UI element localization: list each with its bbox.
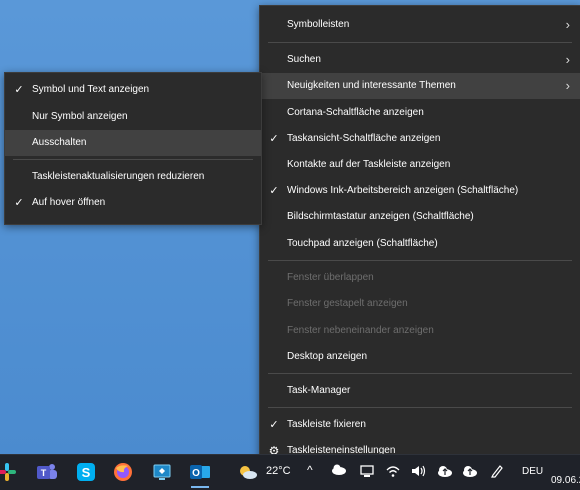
- menu-item-label: Taskansicht-Schaltfläche anzeigen: [287, 133, 441, 144]
- tray-chevron-icon[interactable]: ^: [307, 463, 313, 477]
- menu-item-cortana[interactable]: Cortana-Schaltfläche anzeigen: [260, 100, 580, 126]
- menu-item-taskansicht[interactable]: ✓ Taskansicht-Schaltfläche anzeigen: [260, 126, 580, 152]
- menu-item-label: Taskleistenaktualisierungen reduzieren: [32, 171, 205, 182]
- taskbar-context-menu: Symbolleisten › Suchen › Neuigkeiten und…: [259, 5, 580, 468]
- volume-icon[interactable]: [410, 464, 428, 481]
- menu-item-label: Kontakte auf der Taskleiste anzeigen: [287, 159, 451, 170]
- check-icon: ✓: [269, 133, 279, 145]
- menu-item-label: Fenster überlappen: [287, 272, 374, 283]
- submenu-item-auf-hover-oeffnen[interactable]: ✓ Auf hover öffnen: [5, 190, 261, 216]
- skype-letter: S: [82, 465, 91, 480]
- teams-icon[interactable]: T: [34, 460, 60, 484]
- chevron-right-icon: ›: [565, 52, 570, 67]
- menu-item-label: Touchpad anzeigen (Schaltfläche): [287, 238, 438, 249]
- taskbar: T S O 22°C ^ DEU 09.06.: [0, 454, 580, 490]
- submenu-item-symbol-und-text[interactable]: ✓ Symbol und Text anzeigen: [5, 77, 261, 103]
- outlook-icon[interactable]: O: [187, 460, 213, 488]
- chevron-right-icon: ›: [565, 17, 570, 32]
- menu-item-label: Suchen: [287, 54, 321, 65]
- menu-item-taskleiste-fixieren[interactable]: ✓ Taskleiste fixieren: [260, 412, 580, 438]
- cloud-upload-icon[interactable]: [437, 464, 453, 481]
- menu-item-fenster-ueberlappen[interactable]: Fenster überlappen: [260, 265, 580, 291]
- skype-icon[interactable]: S: [73, 460, 99, 484]
- check-icon: ✓: [269, 419, 279, 431]
- menu-item-label: Fenster nebeneinander anzeigen: [287, 325, 434, 336]
- menu-item-suchen[interactable]: Suchen ›: [260, 47, 580, 73]
- menu-item-label: Ausschalten: [32, 137, 87, 148]
- menu-item-neuigkeiten[interactable]: Neuigkeiten und interessante Themen ›: [260, 73, 580, 99]
- submenu-item-aktualisierungen-reduzieren[interactable]: Taskleistenaktualisierungen reduzieren: [5, 164, 261, 190]
- menu-item-fenster-nebeneinander[interactable]: Fenster nebeneinander anzeigen: [260, 318, 580, 344]
- check-icon: ✓: [14, 84, 24, 96]
- menu-item-fenster-gestapelt[interactable]: Fenster gestapelt anzeigen: [260, 291, 580, 317]
- submenu-item-ausschalten[interactable]: Ausschalten: [5, 130, 261, 156]
- slack-icon[interactable]: [0, 460, 20, 484]
- wifi-icon[interactable]: [385, 464, 401, 481]
- cloud-icon[interactable]: [331, 463, 347, 478]
- menu-item-label: Bildschirmtastatur anzeigen (Schaltfläch…: [287, 211, 474, 222]
- menu-item-desktop-anzeigen[interactable]: Desktop anzeigen: [260, 344, 580, 370]
- menu-item-label: Taskleiste fixieren: [287, 419, 366, 430]
- outlook-letter: O: [192, 468, 200, 479]
- network-icon[interactable]: [359, 464, 375, 481]
- check-icon: ✓: [14, 197, 24, 209]
- menu-item-label: Neuigkeiten und interessante Themen: [287, 80, 456, 91]
- menu-item-label: Task-Manager: [287, 385, 351, 396]
- menu-separator: [268, 407, 572, 408]
- partly-cloudy-icon[interactable]: [236, 460, 260, 484]
- menu-separator: [268, 42, 572, 43]
- menu-item-label: Auf hover öffnen: [32, 197, 106, 208]
- chevron-right-icon: ›: [565, 78, 570, 93]
- menu-item-touchpad[interactable]: Touchpad anzeigen (Schaltfläche): [260, 231, 580, 257]
- firefox-icon[interactable]: [110, 460, 136, 484]
- menu-item-kontakte[interactable]: Kontakte auf der Taskleiste anzeigen: [260, 152, 580, 178]
- input-language[interactable]: DEU: [522, 466, 543, 477]
- menu-separator: [13, 159, 253, 160]
- teams-letter: T: [41, 468, 47, 478]
- menu-separator: [268, 373, 572, 374]
- active-app-indicator: [191, 486, 209, 488]
- news-interests-submenu: ✓ Symbol und Text anzeigen Nur Symbol an…: [4, 72, 262, 225]
- weather-temperature[interactable]: 22°C: [266, 465, 291, 477]
- clock-date[interactable]: 09.06.2: [551, 475, 580, 486]
- menu-item-label: Fenster gestapelt anzeigen: [287, 298, 408, 309]
- menu-item-label: Windows Ink-Arbeitsbereich anzeigen (Sch…: [287, 185, 519, 196]
- submenu-item-nur-symbol[interactable]: Nur Symbol anzeigen: [5, 104, 261, 130]
- menu-item-label: Nur Symbol anzeigen: [32, 111, 128, 122]
- cloud-sync-icon[interactable]: [462, 464, 478, 481]
- menu-item-bildschirmtastatur[interactable]: Bildschirmtastatur anzeigen (Schaltfläch…: [260, 204, 580, 230]
- menu-item-label: Symbolleisten: [287, 19, 350, 30]
- menu-separator: [268, 260, 572, 261]
- remote-desktop-icon[interactable]: [149, 460, 175, 484]
- menu-item-windows-ink[interactable]: ✓ Windows Ink-Arbeitsbereich anzeigen (S…: [260, 178, 580, 204]
- pen-icon[interactable]: [490, 464, 504, 481]
- menu-item-task-manager[interactable]: Task-Manager: [260, 378, 580, 404]
- menu-item-label: Cortana-Schaltfläche anzeigen: [287, 107, 424, 118]
- menu-item-label: Desktop anzeigen: [287, 351, 368, 362]
- menu-item-symbolleisten[interactable]: Symbolleisten ›: [260, 12, 580, 38]
- check-icon: ✓: [269, 185, 279, 197]
- menu-item-label: Symbol und Text anzeigen: [32, 84, 150, 95]
